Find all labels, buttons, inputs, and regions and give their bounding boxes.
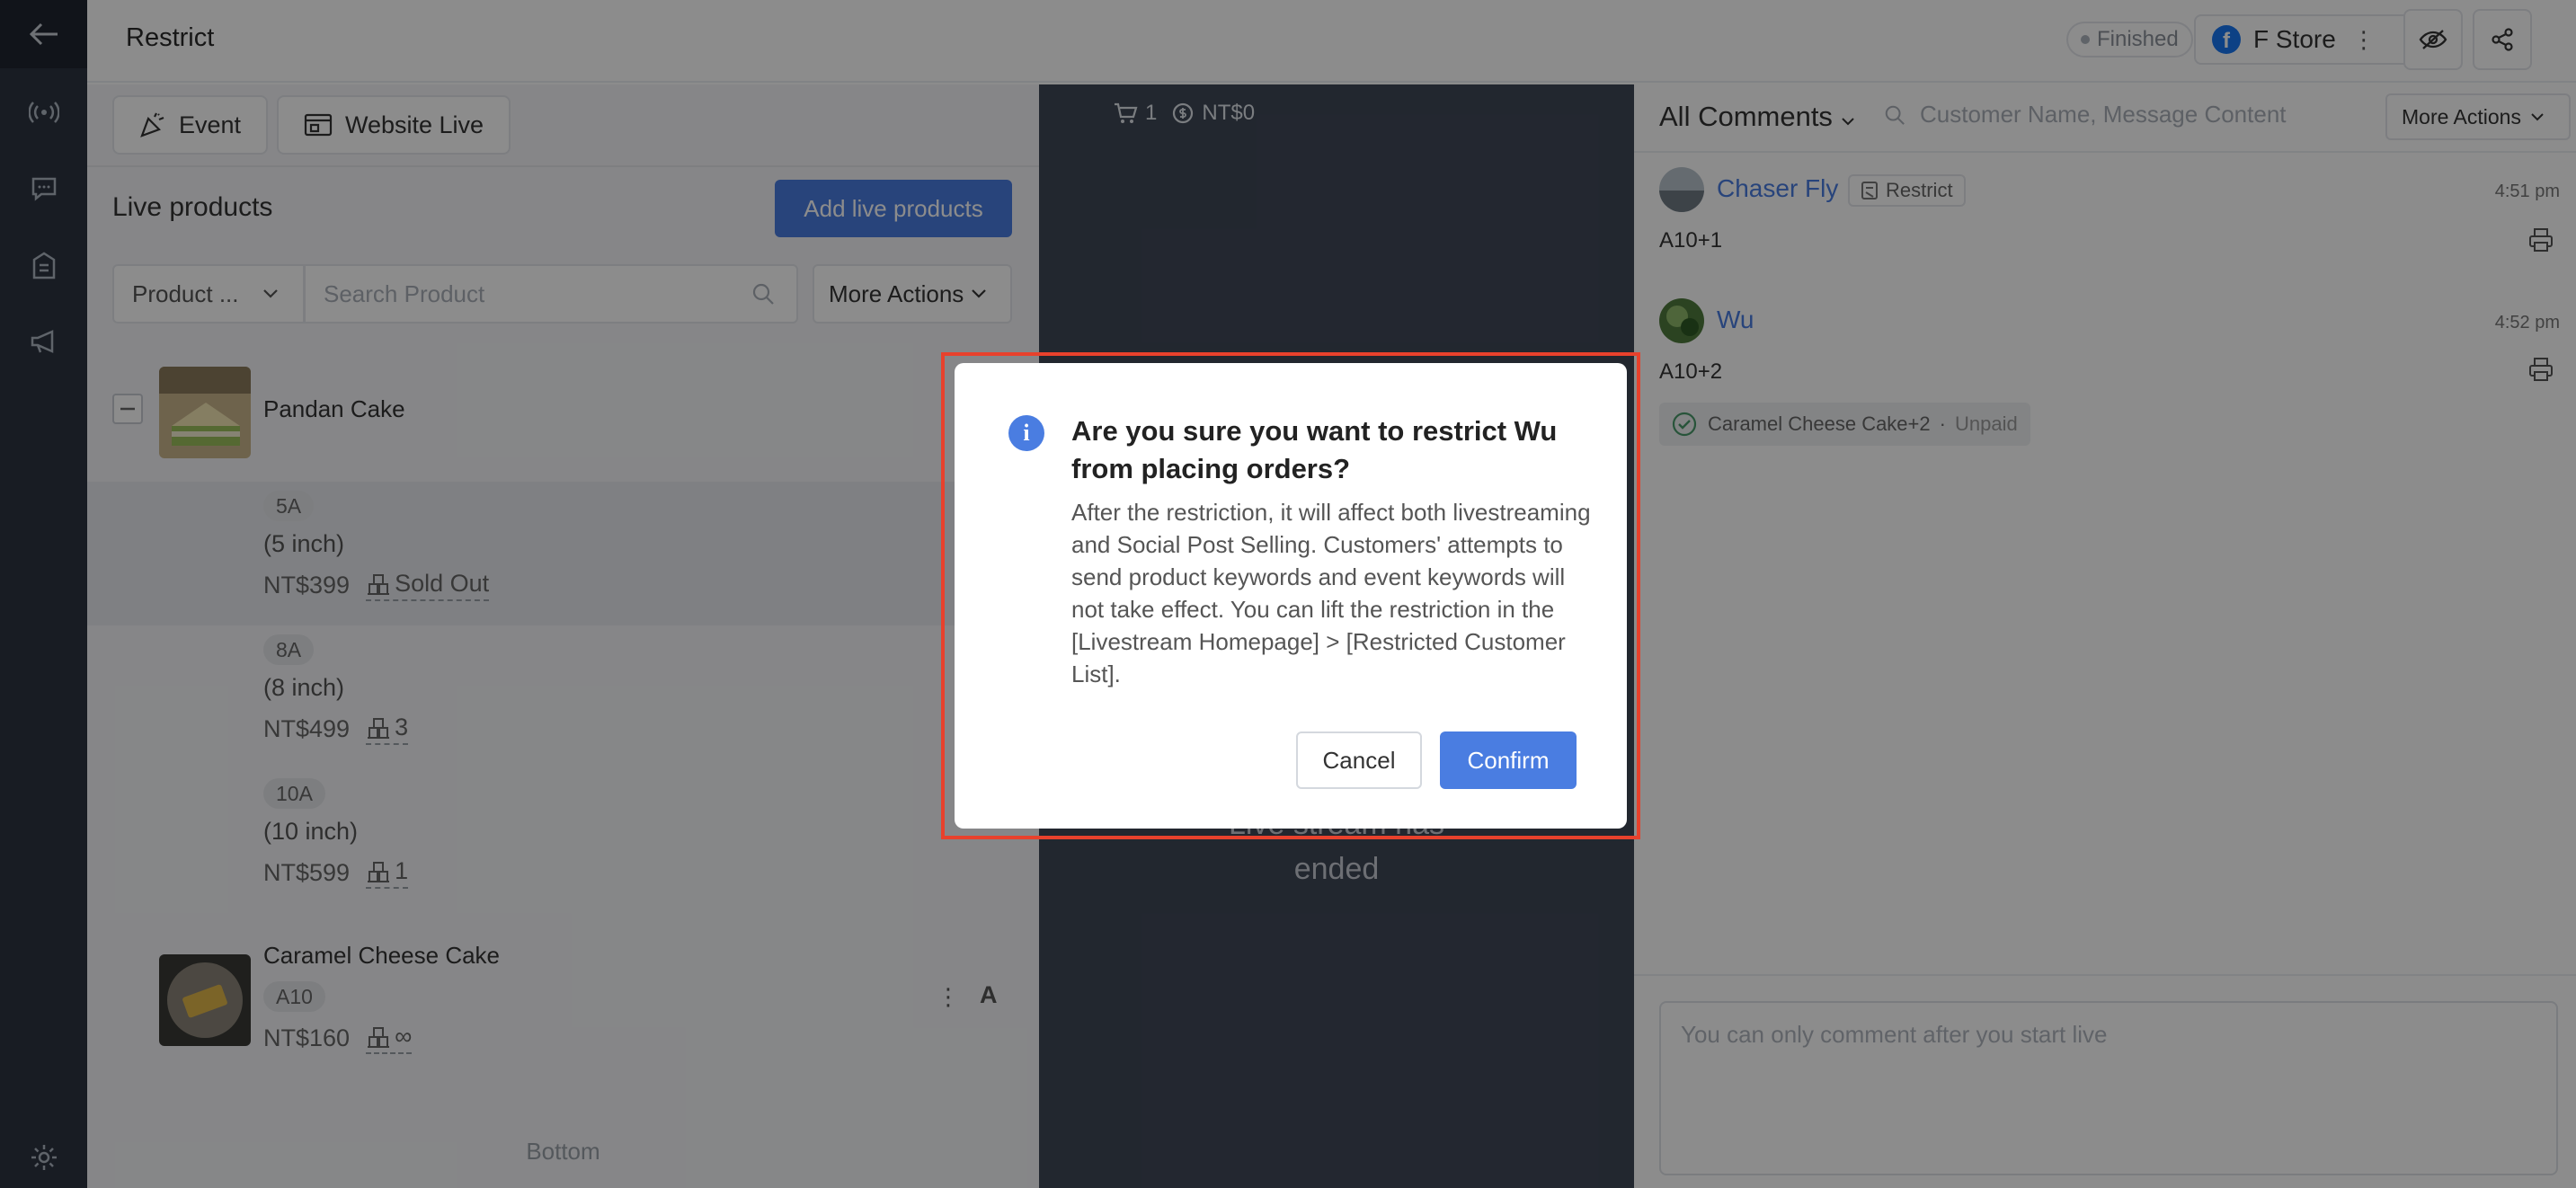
dialog-title: Are you sure you want to restrict Wu fro… [1071,415,1558,484]
restrict-confirm-dialog: i Are you sure you want to restrict Wu f… [955,363,1627,829]
confirm-button[interactable]: Confirm [1440,731,1577,789]
cancel-button[interactable]: Cancel [1296,731,1422,789]
info-icon: i [1008,415,1044,451]
dialog-message: After the restriction, it will affect bo… [1071,499,1591,687]
